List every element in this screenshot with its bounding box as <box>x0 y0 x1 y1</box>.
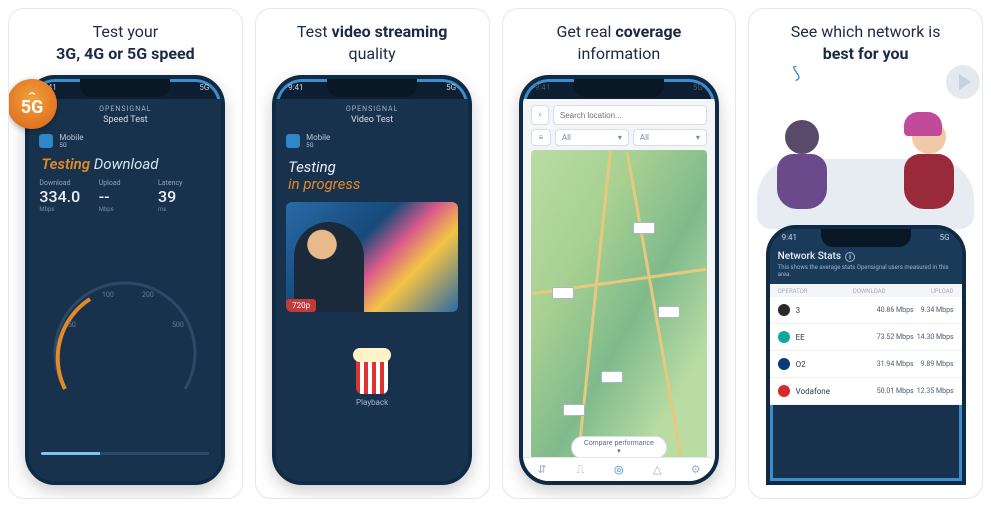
svg-text:500: 500 <box>172 321 184 329</box>
operator-name: Vodafone <box>796 387 830 396</box>
stats-row[interactable]: 3 40.86 Mbps9.34 Mbps <box>770 297 962 324</box>
upload-value: 12.35 Mbps <box>914 387 954 395</box>
metric-download: Download 334.0 Mbps <box>39 179 92 213</box>
filter-tech[interactable]: All▾ <box>633 129 707 146</box>
screen-title: Speed Test <box>37 115 213 125</box>
caption-3: Get real coverage information <box>557 21 682 65</box>
stats-row[interactable]: EE 73.52 Mbps14.30 Mbps <box>770 324 962 351</box>
operator-icon <box>778 331 790 343</box>
operator-icon <box>778 385 790 397</box>
screen-title: Video Test <box>284 115 460 125</box>
operator-name: EE <box>796 333 805 342</box>
mobile-icon <box>286 134 300 148</box>
download-value: 50.01 Mbps <box>866 387 914 395</box>
upload-value: 9.89 Mbps <box>914 360 954 368</box>
tab-signal-icon[interactable]: ⎍ <box>573 463 587 477</box>
search-row: ‹ <box>531 105 707 125</box>
stats-row[interactable]: Vodafone 50.01 Mbps12.35 Mbps <box>770 378 962 405</box>
resolution-tag: 720p <box>286 299 316 312</box>
panel-coverage: Get real coverage information 9:415G ‹ ≡… <box>502 8 737 499</box>
panel-network-stats: See which network is best for you ⟆ 9:41… <box>748 8 983 499</box>
upload-value: 9.34 Mbps <box>914 306 954 314</box>
playback-stage: Playback <box>284 358 460 407</box>
tab-bar: ⇵ ⎍ ◎ △ ⚙ <box>523 457 715 481</box>
illustration: ⟆ <box>749 59 982 229</box>
metric-upload: Upload -- Mbps <box>99 179 152 213</box>
connection-type: Mobile 5G <box>286 133 460 149</box>
filter-row: ≡ All▾ All▾ <box>531 129 707 146</box>
download-value: 73.52 Mbps <box>866 333 914 341</box>
phone-video: 9:415G OPENSIGNAL Video Test Mobile 5G T… <box>272 75 472 485</box>
testing-status: Testing Download <box>41 155 213 173</box>
panel-video-test: Test video streaming quality 9:415G OPEN… <box>255 8 490 499</box>
phone-coverage: 9:415G ‹ ≡ All▾ All▾ <box>519 75 719 485</box>
badge-5g: ⌢ 5G <box>8 79 57 129</box>
speed-gauge: 50 100 200 500 <box>37 219 213 448</box>
search-input[interactable] <box>553 105 707 125</box>
stats-columns: OPERATOR DOWNLOAD UPLOAD <box>770 284 962 297</box>
caption-2: Test video streaming quality <box>297 21 447 65</box>
metrics-row: Download 334.0 Mbps Upload -- Mbps Laten… <box>39 179 211 213</box>
person-2 <box>904 120 954 209</box>
stats-subtitle: This shows the average stats Opensignal … <box>778 264 954 278</box>
tab-speed-icon[interactable]: ⇵ <box>535 463 549 477</box>
filter-network[interactable]: All▾ <box>555 129 629 146</box>
svg-text:50: 50 <box>68 321 76 329</box>
metric-latency: Latency 39 ms <box>158 179 211 213</box>
compare-button[interactable]: Compare performance ▾ <box>571 436 667 459</box>
person-1 <box>777 120 827 209</box>
tab-map-icon[interactable]: ◎ <box>612 463 626 477</box>
app-name: OPENSIGNAL <box>284 105 460 113</box>
coverage-map[interactable] <box>531 150 707 475</box>
mobile-icon <box>39 134 53 148</box>
operator-icon <box>778 358 790 370</box>
download-value: 31.94 Mbps <box>866 360 914 368</box>
testing-status: Testing in progress <box>288 159 456 192</box>
svg-text:200: 200 <box>142 291 154 299</box>
phone-speed: 9:415G OPENSIGNAL Speed Test Mobile 5G T… <box>25 75 225 485</box>
stats-title: Network Stats <box>778 251 841 262</box>
panel-speed-test: Test your 3G, 4G or 5G speed ⌢ 5G 9:415G… <box>8 8 243 499</box>
stats-rows: 3 40.86 Mbps9.34 Mbps EE 73.52 Mbps14.30 Mb… <box>770 297 962 405</box>
download-value: 40.86 Mbps <box>866 306 914 314</box>
caption-1: Test your 3G, 4G or 5G speed <box>56 21 195 65</box>
stats-row[interactable]: O2 31.94 Mbps9.89 Mbps <box>770 351 962 378</box>
connection-type: Mobile 5G <box>39 133 213 149</box>
operator-name: 3 <box>796 306 801 315</box>
app-name: OPENSIGNAL <box>37 105 213 113</box>
tab-video-icon[interactable]: △ <box>650 463 664 477</box>
wifi-icon: ⟆ <box>791 63 802 83</box>
progress-bar <box>41 452 209 455</box>
popcorn-icon <box>356 358 388 394</box>
play-icon <box>946 65 980 99</box>
upload-value: 14.30 Mbps <box>914 333 954 341</box>
operator-name: O2 <box>796 360 806 369</box>
chevron-down-icon: ▾ <box>696 133 700 142</box>
filter-icon[interactable]: ≡ <box>531 129 551 146</box>
info-icon[interactable]: i <box>845 252 855 262</box>
tab-settings-icon[interactable]: ⚙ <box>689 463 703 477</box>
phone-stats: 9:415G Network Stats i This shows the av… <box>766 225 966 485</box>
video-preview: 720p <box>286 202 458 312</box>
svg-text:100: 100 <box>102 291 114 299</box>
operator-icon <box>778 304 790 316</box>
back-button[interactable]: ‹ <box>531 105 549 125</box>
chevron-down-icon: ▾ <box>618 133 622 142</box>
